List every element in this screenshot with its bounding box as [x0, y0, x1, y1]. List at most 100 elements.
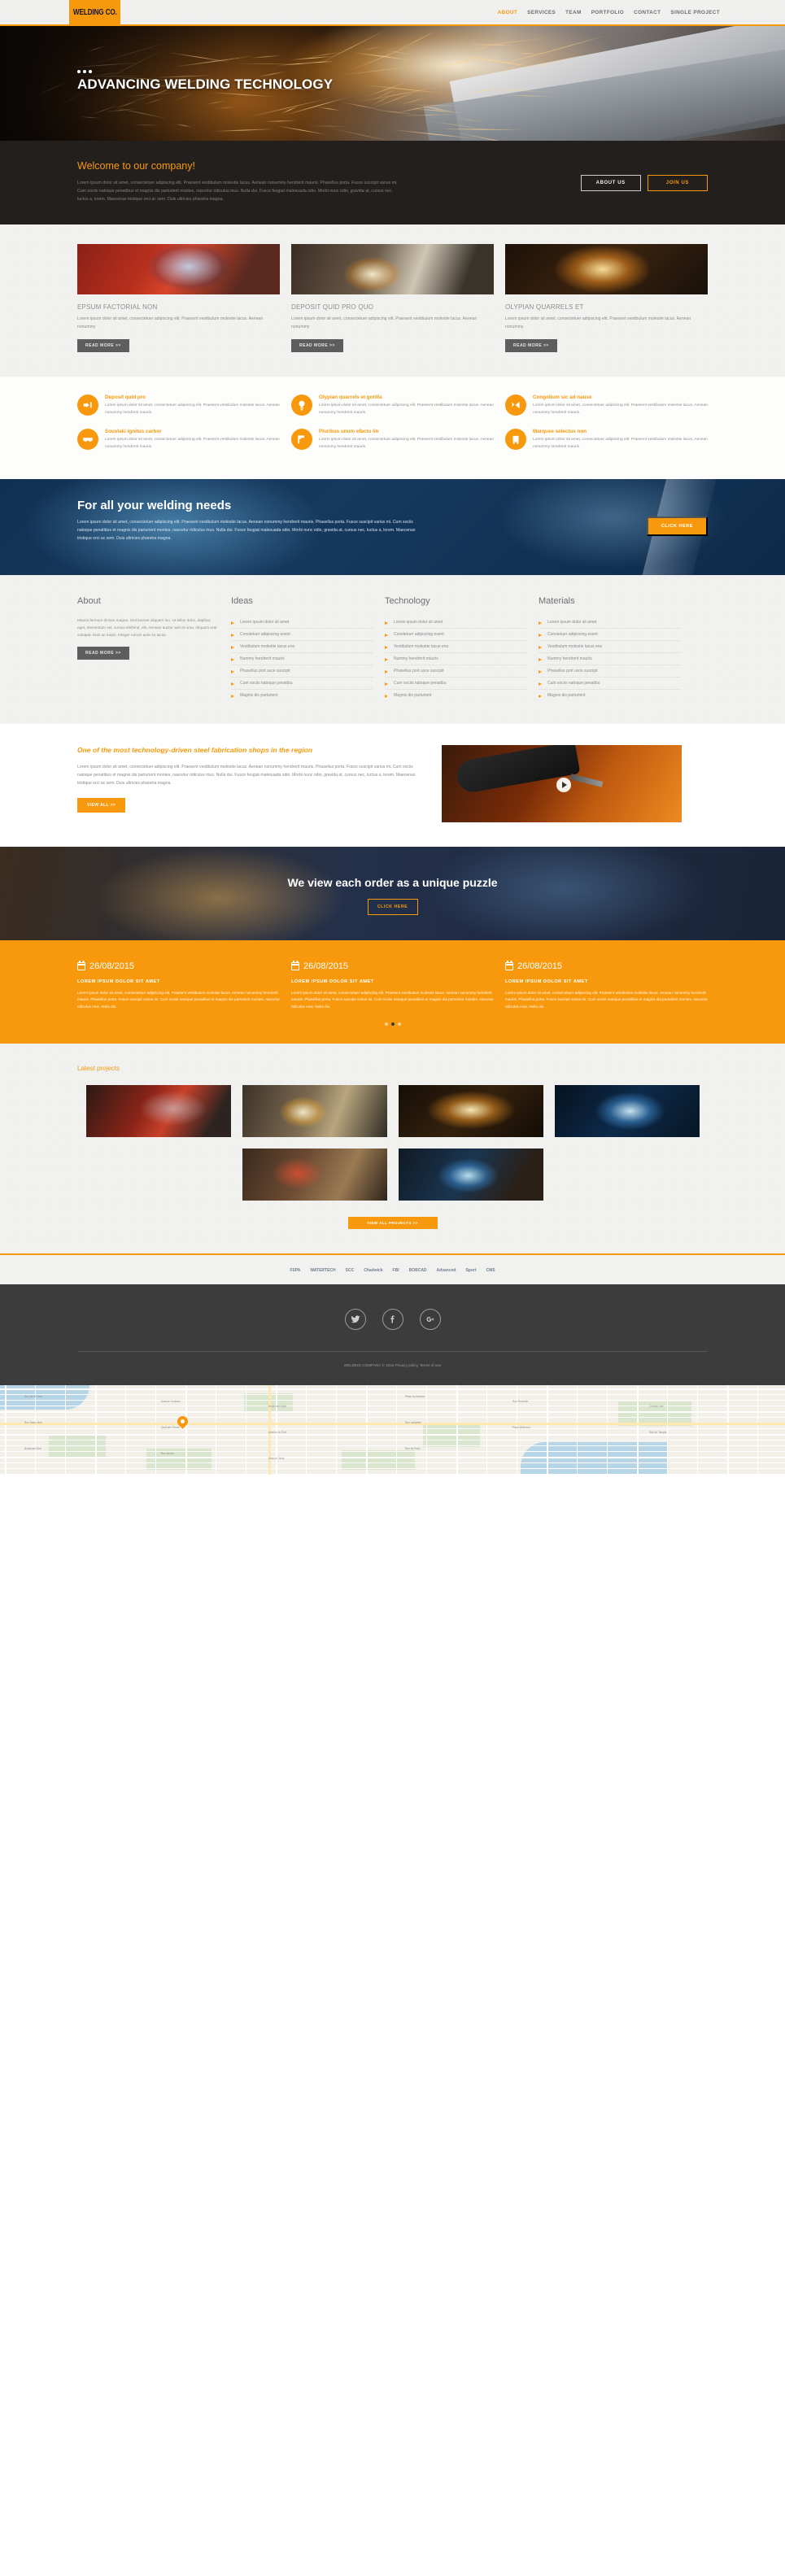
partner-logo[interactable]: SCC: [346, 1268, 355, 1273]
terms-of-use-link[interactable]: Terms of use: [420, 1363, 441, 1367]
card-title: DEPOSIT QUID PRO QUO: [291, 303, 494, 311]
card-image-welder-helmet[interactable]: [291, 244, 494, 294]
nav-item-contact[interactable]: CONTACT: [634, 10, 661, 15]
projects-section: Latest projects VIEW ALL PROJECTS >>: [0, 1044, 785, 1253]
news-title[interactable]: LOREM IPSUM DOLOR SIT AMET: [291, 979, 494, 984]
nav-item-services[interactable]: SERVICES: [527, 10, 556, 15]
card-item: EPSUM FACTORIAL NON Lorem ipsum dolor si…: [77, 244, 280, 352]
card-image-welding-gloves[interactable]: [77, 244, 280, 294]
card-item: DEPOSIT QUID PRO QUO Lorem ipsum dolor s…: [291, 244, 494, 352]
feature-item: Pluribus unum efacto lin Lorem ipsum dol…: [291, 429, 494, 451]
list-item[interactable]: Phasellus port usce suscipit: [231, 665, 373, 678]
partner-logo[interactable]: Chadwick: [364, 1268, 382, 1273]
promo-view-all-button[interactable]: VIEW ALL >>: [77, 798, 125, 813]
feature-text: Lorem ipsum dolor sit amet, consectetuer…: [319, 437, 494, 451]
weld-gun-icon: [291, 429, 312, 450]
feature-item: Congolium sic ad nause Lorem ipsum dolor…: [505, 394, 708, 417]
site-logo[interactable]: WELDING CO.: [69, 0, 120, 24]
card-image-sparks[interactable]: [505, 244, 708, 294]
column-title: About: [77, 596, 220, 606]
partner-logo[interactable]: FBI: [393, 1268, 399, 1273]
list-item[interactable]: Constetuer adipiscing esent: [385, 629, 527, 641]
partner-logo[interactable]: Advanced: [437, 1268, 456, 1273]
read-more-button[interactable]: READ MORE >>: [77, 339, 129, 352]
list-item[interactable]: Lorem ipsum dolor sit amet: [231, 617, 373, 629]
list-item[interactable]: Nummy hendrerit mauris: [231, 653, 373, 665]
puzzle-click-here-button[interactable]: CLICK HERE: [368, 899, 418, 915]
list-item[interactable]: Constetuer adipiscing esent: [231, 629, 373, 641]
feature-text: Lorem ipsum dolor sit amet, consectetuer…: [533, 437, 708, 451]
feature-text: Lorem ipsum dolor sit amet, consectetuer…: [319, 403, 494, 417]
list-item[interactable]: Lorem ipsum dolor sit amet: [539, 617, 681, 629]
list-item[interactable]: Lorem ipsum dolor sit amet: [385, 617, 527, 629]
list-item[interactable]: Magnis dis parturient: [539, 690, 681, 701]
list-item[interactable]: Vestibulum molestie lacus eno: [385, 641, 527, 653]
partner-logo[interactable]: Sport: [465, 1268, 476, 1273]
nav-item-single-project[interactable]: SINGLE PROJECT: [670, 10, 720, 15]
list-item[interactable]: Magnis dis parturient: [385, 690, 527, 701]
list-item[interactable]: Vestibulum molestie lacus eno: [231, 641, 373, 653]
privacy-policy-link[interactable]: Privacy policy: [395, 1363, 418, 1367]
about-us-button[interactable]: ABOUT US: [581, 175, 641, 191]
news-item: 26/08/2015 LOREM IPSUM DOLOR SIT AMET Lo…: [505, 961, 708, 1011]
list-item[interactable]: Nummy hendrerit mauris: [385, 653, 527, 665]
join-us-button[interactable]: JOIN US: [648, 175, 708, 191]
column-about: About Mauris fermum dictum magna. Sed la…: [77, 596, 220, 701]
news-date: 26/08/2015: [303, 961, 348, 971]
list-item[interactable]: Vestibulum molestie lacus eno: [539, 641, 681, 653]
partner-logo[interactable]: CMS: [486, 1268, 495, 1273]
needs-click-here-button[interactable]: CLICK HERE: [647, 517, 708, 536]
facebook-icon[interactable]: [382, 1309, 403, 1330]
location-map[interactable]: Rue de la Gare Avenue Centrale Boulevard N…: [0, 1385, 785, 1475]
project-thumbnail[interactable]: [399, 1149, 543, 1201]
partner-logo[interactable]: BOBCAD: [409, 1268, 427, 1273]
nav-item-about[interactable]: ABOUT: [498, 10, 517, 15]
news-title[interactable]: LOREM IPSUM DOLOR SIT AMET: [505, 979, 708, 984]
carousel-dot[interactable]: [385, 1022, 388, 1026]
main-nav: ABOUT SERVICES TEAM PORTFOLIO CONTACT SI…: [498, 0, 720, 24]
list-item[interactable]: Nummy hendrerit mauris: [539, 653, 681, 665]
promo-video-thumbnail[interactable]: [442, 745, 682, 822]
features-section: Deposit quid pro Lorem ipsum dolor sit a…: [0, 377, 785, 478]
twitter-icon[interactable]: [345, 1309, 366, 1330]
site-header: WELDING CO. ABOUT SERVICES TEAM PORTFOLI…: [0, 0, 785, 24]
list-item[interactable]: Constetuer adipiscing esent: [539, 629, 681, 641]
list-item[interactable]: Cum sociis natoque penatibu: [385, 678, 527, 690]
view-all-projects-button[interactable]: VIEW ALL PROJECTS >>: [348, 1217, 438, 1229]
feature-title: Souvlaki ignitus carbor: [105, 429, 280, 434]
calendar-icon: [77, 962, 85, 970]
list-item[interactable]: Phasellus port usce suscipit: [385, 665, 527, 678]
card-text: Lorem ipsum dolor sit amet, consectetuer…: [505, 316, 708, 331]
carousel-pager: [77, 1022, 708, 1026]
list-item[interactable]: Cum sociis natoque penatibu: [231, 678, 373, 690]
project-thumbnail[interactable]: [242, 1085, 387, 1137]
list-item[interactable]: Phasellus port usce suscipit: [539, 665, 681, 678]
google-plus-icon[interactable]: [420, 1309, 441, 1330]
promo-title: One of the most technology-driven steel …: [77, 745, 427, 756]
list-item[interactable]: Cum sociis natoque penatibu: [539, 678, 681, 690]
features-row: Deposit quid pro Lorem ipsum dolor sit a…: [77, 394, 708, 417]
news-title[interactable]: LOREM IPSUM DOLOR SIT AMET: [77, 979, 280, 984]
project-thumbnail[interactable]: [555, 1085, 700, 1137]
feature-title: Deposit quid pro: [105, 394, 280, 400]
column-title: Materials: [539, 596, 681, 606]
carousel-dot-active[interactable]: [391, 1022, 395, 1026]
list-item[interactable]: Magnis dis parturient: [231, 690, 373, 701]
news-item: 26/08/2015 LOREM IPSUM DOLOR SIT AMET Lo…: [77, 961, 280, 1011]
project-thumbnail[interactable]: [242, 1149, 387, 1201]
project-thumbnail[interactable]: [399, 1085, 543, 1137]
read-more-button[interactable]: READ MORE >>: [77, 647, 129, 660]
card-item: OLYPIAN QUARRELS ET Lorem ipsum dolor si…: [505, 244, 708, 352]
nav-item-portfolio[interactable]: PORTFOLIO: [591, 10, 624, 15]
site-logo-text: WELDING CO.: [73, 8, 117, 17]
goggles-icon: [77, 429, 98, 450]
play-icon[interactable]: [556, 778, 571, 792]
read-more-button[interactable]: READ MORE >>: [291, 339, 343, 352]
read-more-button[interactable]: READ MORE >>: [505, 339, 557, 352]
partner-logo[interactable]: WATERTECH: [310, 1268, 335, 1273]
project-thumbnail[interactable]: [86, 1085, 231, 1137]
carousel-dot[interactable]: [398, 1022, 401, 1026]
nav-item-team[interactable]: TEAM: [565, 10, 582, 15]
partner-logo[interactable]: FSPA: [290, 1268, 300, 1273]
feature-title: Olypian quarrels et gorilla: [319, 394, 494, 400]
